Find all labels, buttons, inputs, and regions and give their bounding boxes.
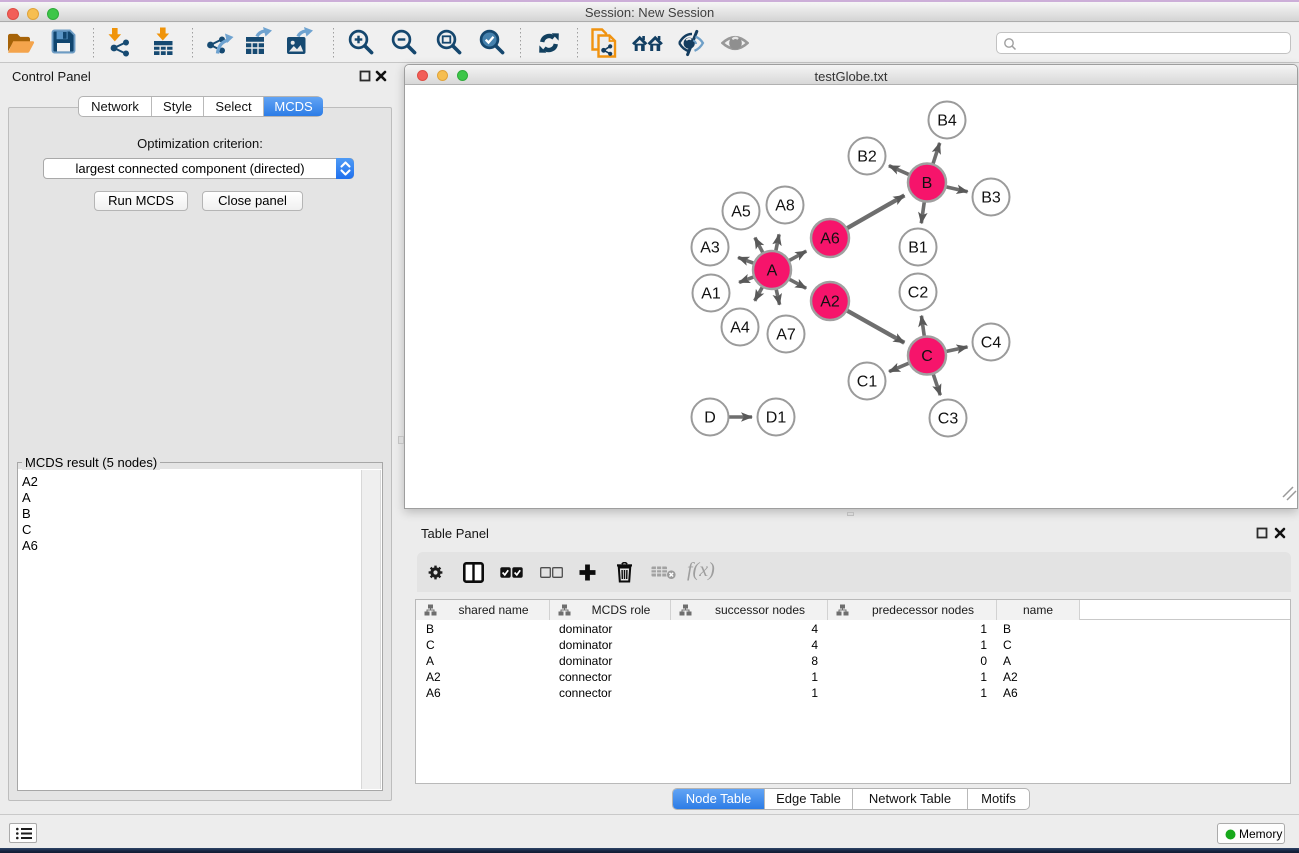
svg-text:B4: B4 <box>937 113 957 130</box>
svg-text:C2: C2 <box>908 285 929 302</box>
svg-text:B3: B3 <box>981 190 1001 207</box>
svg-text:A4: A4 <box>730 320 750 337</box>
svg-text:A7: A7 <box>776 327 796 344</box>
svg-text:A5: A5 <box>731 204 751 221</box>
svg-text:C4: C4 <box>981 335 1002 352</box>
svg-text:A3: A3 <box>700 240 720 257</box>
svg-text:A1: A1 <box>701 286 721 303</box>
svg-text:B2: B2 <box>857 149 877 166</box>
svg-text:C1: C1 <box>857 374 878 391</box>
svg-text:D: D <box>704 410 716 427</box>
svg-text:C3: C3 <box>938 411 959 428</box>
svg-text:B: B <box>922 175 933 192</box>
svg-text:C: C <box>921 348 933 365</box>
svg-text:D1: D1 <box>766 410 787 427</box>
svg-text:B1: B1 <box>908 240 928 257</box>
svg-text:A6: A6 <box>820 231 840 248</box>
svg-text:A8: A8 <box>775 198 795 215</box>
svg-text:A2: A2 <box>820 294 840 311</box>
svg-text:A: A <box>767 263 778 280</box>
